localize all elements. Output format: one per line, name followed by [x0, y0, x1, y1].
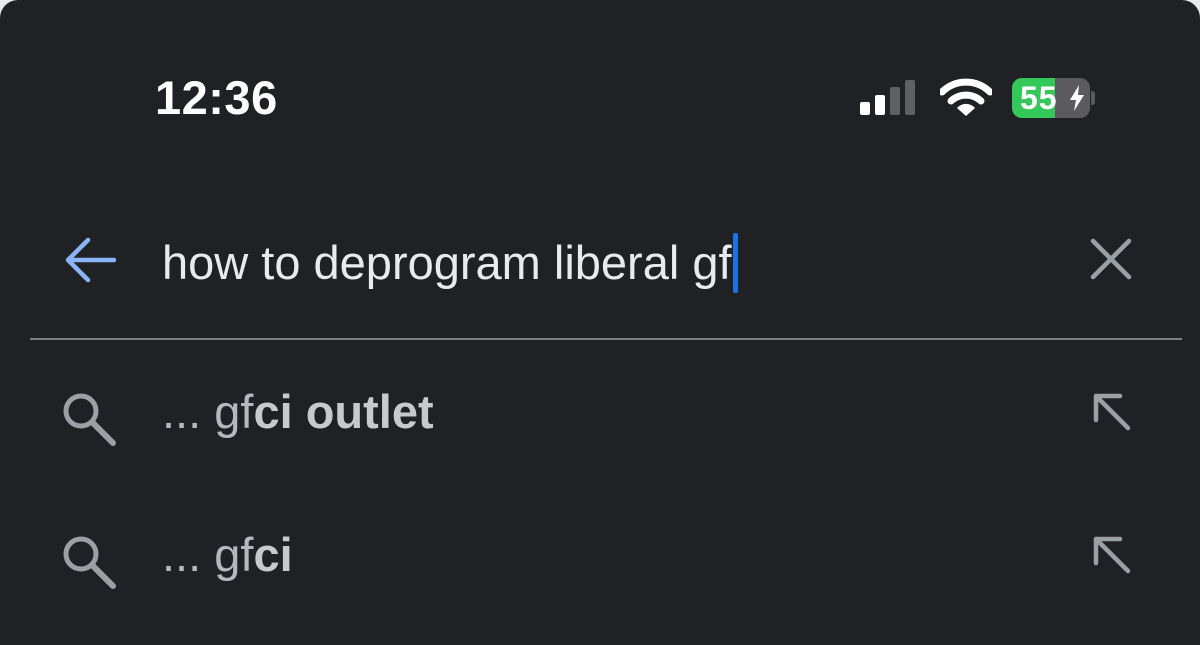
suggestion-completion: ci outlet [253, 385, 434, 438]
arrow-left-icon[interactable] [62, 236, 118, 284]
suggestion-text: ... gfci outlet [162, 384, 434, 439]
search-icon [63, 536, 116, 589]
suggestion-item[interactable]: ... gfci [0, 503, 1200, 623]
search-icon [63, 393, 116, 446]
suggestion-prefix: ... gf [162, 385, 254, 438]
close-icon[interactable] [1088, 236, 1134, 282]
battery-indicator: 55 [1012, 78, 1090, 118]
suggestion-item[interactable]: ... gfci outlet [0, 360, 1200, 480]
charging-bolt-icon [1070, 85, 1084, 111]
arrow-up-left-icon[interactable] [1090, 533, 1134, 577]
wifi-icon [940, 78, 992, 116]
search-query-text: how to deprogram liberal gf [162, 236, 732, 289]
search-input[interactable]: how to deprogram liberal gf [162, 232, 1042, 298]
battery-nub [1091, 91, 1095, 105]
text-cursor [732, 233, 738, 293]
suggestion-text: ... gfci [162, 527, 293, 582]
search-divider [30, 338, 1182, 340]
phone-screen: 12:36 55 how to deprogram liberal gf ...… [0, 0, 1200, 645]
suggestion-completion: ci [253, 528, 293, 581]
suggestion-prefix: ... gf [162, 528, 254, 581]
status-time: 12:36 [155, 71, 278, 124]
cellular-signal-icon [860, 80, 915, 115]
battery-percentage: 55 [1020, 80, 1058, 116]
arrow-up-left-icon[interactable] [1090, 390, 1134, 434]
